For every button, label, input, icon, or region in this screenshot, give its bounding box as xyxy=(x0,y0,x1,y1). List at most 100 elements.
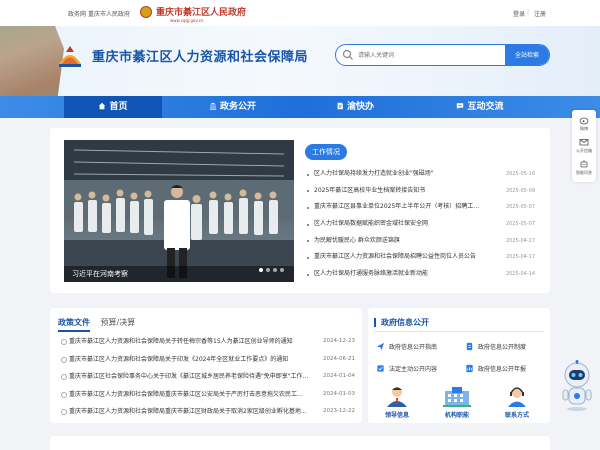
nav-item-interaction[interactable]: 互动交流 xyxy=(430,96,530,118)
main-nav: 首页 政务公开 渝快办 互动交流 xyxy=(0,96,600,118)
tile-contact[interactable]: 联系方式 xyxy=(494,385,540,419)
news-card: 习近平在河南考察 工作情况 区人力社保局持续发力打造就业创业"强磁场" 2025-… xyxy=(50,128,550,293)
news-title[interactable]: 为民解忧暖民心 群众欢颜送锦旗 xyxy=(314,233,484,250)
robot-assistant-icon[interactable] xyxy=(560,360,594,412)
tile-label: 机构职能 xyxy=(444,412,469,419)
register-link[interactable]: 注册 xyxy=(534,9,546,18)
news-title[interactable]: 2025年綦江区高校毕业生档案转接告知书 xyxy=(314,183,484,200)
policy-tabs: 政策文件 预算/决算 xyxy=(58,317,143,332)
site-header: 重庆市綦江区人力资源和社会保障局 全站检索 xyxy=(0,26,600,96)
carousel-dot[interactable] xyxy=(273,268,277,272)
login-separator: | xyxy=(527,9,530,16)
carousel-dot[interactable] xyxy=(259,268,263,272)
news-date: 2025-05-07 xyxy=(505,221,535,228)
policy-date: 2024-06-21 xyxy=(323,355,355,362)
bureau-logo-icon xyxy=(59,46,81,67)
policy-title[interactable]: 重庆市綦江区人力资源和社会保障局关于转任梅宗香等15人为綦江区创业导师的通知 xyxy=(69,333,309,351)
list-item[interactable]: 重庆市綦江区社会保险事务中心关于印发《綦江区城乡居民养老保险待遇"免申即享"工作… xyxy=(60,368,355,386)
nav-item-gov-affairs[interactable]: 政务公开 xyxy=(170,96,295,118)
list-item[interactable]: 重庆市綦江区人力资源和社会保障局重庆市綦江区财政局关于取消2家区级创业孵化基地资… xyxy=(60,403,355,421)
nav-item-yukuaiban[interactable]: 渝快办 xyxy=(300,96,410,118)
list-item[interactable]: 重庆市綦江区人力资源和社会保障局关于转任梅宗香等15人为綦江区创业导师的通知 20… xyxy=(60,333,355,351)
search-button[interactable]: 全站检索 xyxy=(505,45,549,65)
news-title[interactable]: 重庆市綦江区人力资源和社会保障局招聘公益性岗位人员公告 xyxy=(314,249,484,266)
tab-policy-documents[interactable]: 政策文件 xyxy=(58,317,90,332)
policy-title[interactable]: 重庆市綦江区人力资源和社会保障局重庆市綦江区财政局关于取消2家区级创业孵化基地资… xyxy=(69,403,309,421)
news-title[interactable]: 区人力社保局数据赋能织密金域社保安全网 xyxy=(314,216,484,233)
news-date: 2025-05-07 xyxy=(505,204,535,211)
tab-budget[interactable]: 预算/决算 xyxy=(101,317,136,328)
national-emblem-icon xyxy=(140,6,152,18)
divider xyxy=(374,331,544,332)
news-carousel[interactable]: 习近平在河南考察 xyxy=(64,140,294,282)
document-icon xyxy=(466,342,473,351)
floating-toolbar: 微博 公开信箱 智能问答 xyxy=(572,110,596,182)
paper-plane-icon xyxy=(376,342,385,351)
next-section-card xyxy=(50,436,550,450)
nav-item-label: 政务公开 xyxy=(219,102,256,112)
tile-institution[interactable]: 机构职能 xyxy=(434,385,480,419)
gov-link-statutory[interactable]: 法定主动公开内容 xyxy=(376,364,437,373)
gov-link-annual-report[interactable]: 政府信息公开年报 xyxy=(465,364,526,373)
gov-link-system[interactable]: 政府信息公开制度 xyxy=(465,342,526,351)
list-item[interactable]: 区人力社保局持续发力打造就业创业"强磁场" 2025-05-16 xyxy=(305,166,535,183)
carousel-dots xyxy=(256,257,284,276)
list-item[interactable]: 区人力社保局打通服务脉络激活就业新动能 2025-04-14 xyxy=(305,266,535,283)
home-icon xyxy=(99,102,106,110)
gov-link-label: 政府信息公开年报 xyxy=(478,366,527,373)
nav-item-label: 互动交流 xyxy=(467,102,504,112)
top-link-separator: | xyxy=(82,9,85,16)
float-item-label: 智能问答 xyxy=(576,170,592,175)
building-icon xyxy=(443,387,471,407)
search-icon xyxy=(342,49,353,60)
district-gov-url: www.cqqj.gov.cn xyxy=(170,18,204,23)
policy-title[interactable]: 重庆市綦江区人力资源和社会保障局重庆市綦江区公安局关于严厉打击恶意拖欠农民工工资… xyxy=(69,386,309,404)
report-icon xyxy=(466,364,473,373)
float-item-weibo[interactable]: 微博 xyxy=(572,115,596,132)
news-date: 2025-04-14 xyxy=(505,271,535,278)
list-item[interactable]: 重庆市綦江区人力资源和社会保障局招聘公益性岗位人员公告 2025-04-17 xyxy=(305,249,535,266)
gov-link-label: 政府信息公开制度 xyxy=(478,344,527,351)
search-box: 全站检索 xyxy=(335,44,550,66)
gov-link-label: 政府信息公开指南 xyxy=(389,344,438,351)
district-gov-title[interactable]: 重庆市綦江区人民政府 xyxy=(156,5,246,18)
news-title[interactable]: 重庆市綦江区县事业单位2025年上半年公开（考核）招聘工作人员公告 xyxy=(314,199,484,216)
news-date: 2025-04-17 xyxy=(505,254,535,261)
policy-title[interactable]: 重庆市綦江区社会保险事务中心关于印发《綦江区城乡居民养老保险待遇"免申即享"工作… xyxy=(69,368,309,386)
float-item-qa[interactable]: 智能问答 xyxy=(572,159,596,176)
list-item[interactable]: 2025年綦江区高校毕业生档案转接告知书 2025-05-09 xyxy=(305,183,535,200)
news-date: 2025-05-09 xyxy=(505,187,535,194)
nav-item-label: 首页 xyxy=(109,102,128,112)
top-link-municipal[interactable]: 重庆市人民政府 xyxy=(88,9,130,18)
list-item[interactable]: 区人力社保局数据赋能织密金域社保安全网 2025-05-07 xyxy=(305,216,535,233)
float-item-mailbox[interactable]: 公开信箱 xyxy=(572,137,596,154)
gov-info-title: 政府信息公开 xyxy=(374,318,429,327)
document-icon xyxy=(337,102,343,110)
gov-link-guide[interactable]: 政府信息公开指南 xyxy=(376,342,437,351)
list-item[interactable]: 重庆市綦江区人力资源和社会保障局关于印发《2024年全区就业工作要点》的通知 20… xyxy=(60,351,355,369)
float-item-label: 微博 xyxy=(580,126,588,131)
nav-item-label: 渝快办 xyxy=(346,102,374,112)
work-news-list: 区人力社保局持续发力打造就业创业"强磁场" 2025-05-16 2025年綦江区… xyxy=(305,166,535,283)
carousel-dot[interactable] xyxy=(280,268,284,272)
tab-work-status[interactable]: 工作情况 xyxy=(305,144,347,160)
nav-item-home[interactable]: 首页 xyxy=(64,96,162,118)
list-item[interactable]: 重庆市綦江区县事业单位2025年上半年公开（考核）招聘工作人员公告 2025-05… xyxy=(305,199,535,216)
top-bar: 政务网 | 重庆市人民政府 重庆市綦江区人民政府 www.cqqj.gov.cn… xyxy=(0,0,600,26)
tile-leadership[interactable]: 领导信息 xyxy=(374,385,420,419)
weibo-icon xyxy=(579,117,589,125)
leader-icon xyxy=(387,387,407,407)
list-item[interactable]: 重庆市綦江区人力资源和社会保障局重庆市綦江区公安局关于严厉打击恶意拖欠农民工工资… xyxy=(60,386,355,404)
news-date: 2025-04-27 xyxy=(505,237,535,244)
search-input[interactable] xyxy=(358,48,503,63)
policy-date: 2024-01-04 xyxy=(323,373,355,379)
site-title: 重庆市綦江区人力资源和社会保障局 xyxy=(92,50,309,65)
policy-title[interactable]: 重庆市綦江区人力资源和社会保障局关于印发《2024年全区就业工作要点》的通知 xyxy=(69,351,309,369)
carousel-dot[interactable] xyxy=(266,268,270,272)
policy-date: 2023-12-22 xyxy=(323,408,355,414)
news-title[interactable]: 区人力社保局持续发力打造就业创业"强磁场" xyxy=(314,166,484,183)
news-title[interactable]: 区人力社保局打通服务脉络激活就业新动能 xyxy=(314,266,484,283)
policy-card: 政策文件 预算/决算 重庆市綦江区人力资源和社会保障局关于转任梅宗香等15人为綦… xyxy=(50,308,362,423)
login-link[interactable]: 登录 xyxy=(513,9,525,18)
list-item[interactable]: 为民解忧暖民心 群众欢颜送锦旗 2025-04-27 xyxy=(305,233,535,250)
